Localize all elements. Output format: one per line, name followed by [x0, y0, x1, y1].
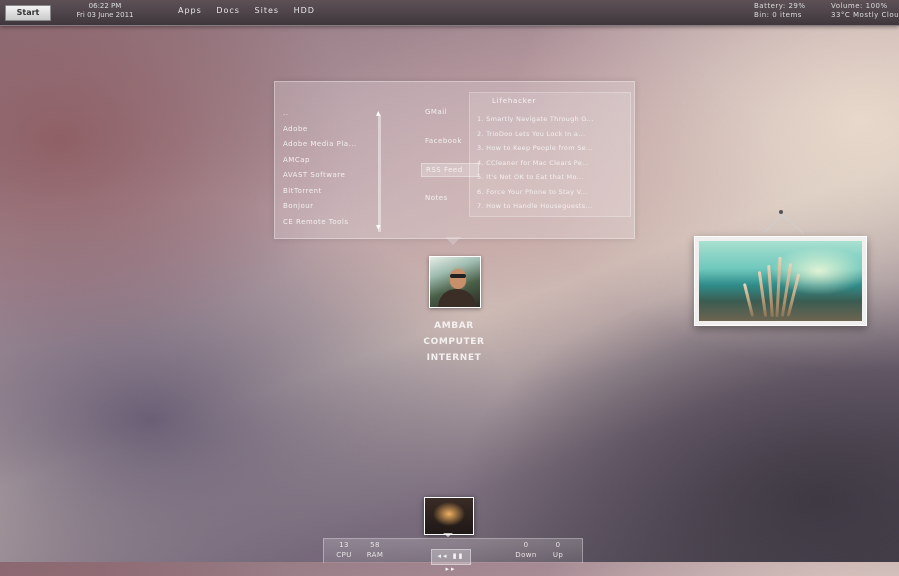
avatar[interactable] [429, 256, 481, 308]
top-nav: Apps Docs Sites HDD [178, 6, 326, 15]
down-label: Down [515, 550, 537, 559]
nail-icon [779, 210, 783, 214]
down-value: 0 [523, 541, 529, 549]
recycle-bin-status[interactable]: Bin: 0 items [754, 11, 806, 20]
reed-shape [757, 271, 768, 317]
cpu-label: CPU [336, 550, 352, 559]
reed-shape [742, 283, 755, 317]
profile-computer[interactable]: COMPUTER [410, 334, 498, 350]
volume-status[interactable]: Volume: 100% [831, 2, 899, 11]
cpu-meter: 13 CPU [332, 541, 356, 560]
ram-meter: 58 RAM [363, 541, 387, 560]
weather-status: 33°C Mostly Clou [831, 11, 899, 19]
feed-item[interactable]: 4. CCleaner for Mac Clears Pe... [477, 159, 594, 174]
app-item[interactable]: Bonjour [283, 202, 357, 218]
clock-time: 06:22 PM [88, 2, 122, 10]
avatar-face [450, 269, 466, 289]
app-item[interactable]: .. [283, 109, 357, 125]
profile-internet[interactable]: INTERNET [410, 350, 498, 366]
feed-item[interactable]: 6. Force Your Phone to Stay V... [477, 188, 594, 203]
feed-list: 1. Smartly Navigate Through G... 2. Trio… [477, 115, 594, 217]
app-item[interactable]: Adobe [283, 125, 357, 141]
avatar-shirt [438, 289, 476, 307]
reed-shape [767, 264, 774, 318]
app-item[interactable]: Adobe Media Pla... [283, 140, 357, 156]
app-list: .. Adobe Adobe Media Pla... AMCap AVAST … [283, 109, 357, 233]
now-playing-album-art[interactable] [424, 497, 474, 535]
volume-weather: Volume: 100% 33°C Mostly Clou [831, 2, 899, 20]
upload-meter: 0 Up [546, 541, 570, 560]
profile-labels: AMBAR COMPUTER INTERNET [410, 318, 498, 366]
launcher-panel: .. Adobe Adobe Media Pla... AMCap AVAST … [274, 81, 635, 239]
media-controls[interactable]: ◂◂ ▮▮ ▸▸ [431, 549, 471, 573]
up-label: Up [552, 550, 564, 559]
nav-sites[interactable]: Sites [255, 6, 280, 15]
ram-value: 58 [370, 541, 380, 549]
clock-date: Fri 03 June 2011 [76, 11, 134, 19]
landscape-photo [699, 241, 862, 321]
top-bar: Start 06:22 PM Fri 03 June 2011 Apps Doc… [0, 0, 899, 26]
app-item[interactable]: BitTorrent [283, 187, 357, 203]
feed-item[interactable]: 5. It's Not OK to Eat that Mo... [477, 173, 594, 188]
up-value: 0 [555, 541, 561, 549]
clock: 06:22 PM Fri 03 June 2011 [70, 2, 140, 20]
frame-string-right [780, 213, 804, 234]
panel-pointer [445, 237, 461, 245]
download-meter: 0 Down [514, 541, 538, 560]
ram-label: RAM [366, 550, 384, 559]
feed-item[interactable]: 1. Smartly Navigate Through G... [477, 115, 594, 130]
feed-item[interactable]: 2. TrioDoo Lets You Lock In a... [477, 130, 594, 145]
app-item[interactable]: AMCap [283, 156, 357, 172]
scroll-up-icon[interactable]: ▲ [376, 110, 381, 117]
system-status: Battery: 29% Bin: 0 items [754, 2, 806, 20]
start-button[interactable]: Start [5, 5, 51, 21]
bottom-bar: 13 CPU 58 RAM ◂◂ ▮▮ ▸▸ 0 Down 0 Up [323, 538, 583, 573]
avatar-sunglasses [450, 274, 466, 278]
app-list-scrollbar[interactable] [378, 115, 381, 232]
photo-frame-widget[interactable] [694, 236, 867, 326]
nav-docs[interactable]: Docs [216, 6, 240, 15]
app-item[interactable]: CE Remote Tools [283, 218, 357, 234]
feed-item[interactable]: 7. How to Handle Houseguests... [477, 202, 594, 217]
app-item[interactable]: AVAST Software [283, 171, 357, 187]
reed-shape [775, 256, 782, 318]
battery-status: Battery: 29% [754, 2, 806, 10]
profile-name: AMBAR [434, 321, 474, 331]
nav-apps[interactable]: Apps [178, 6, 202, 15]
rss-feed-box: Lifehacker 1. Smartly Navigate Through G… [469, 92, 631, 217]
feed-item[interactable]: 3. How to Keep People from Se... [477, 144, 594, 159]
feed-title: Lifehacker [492, 97, 537, 105]
album-art-pointer [443, 533, 453, 537]
nav-hdd[interactable]: HDD [294, 6, 315, 15]
scroll-down-icon[interactable]: ▼ [376, 224, 381, 231]
cpu-value: 13 [339, 541, 349, 549]
